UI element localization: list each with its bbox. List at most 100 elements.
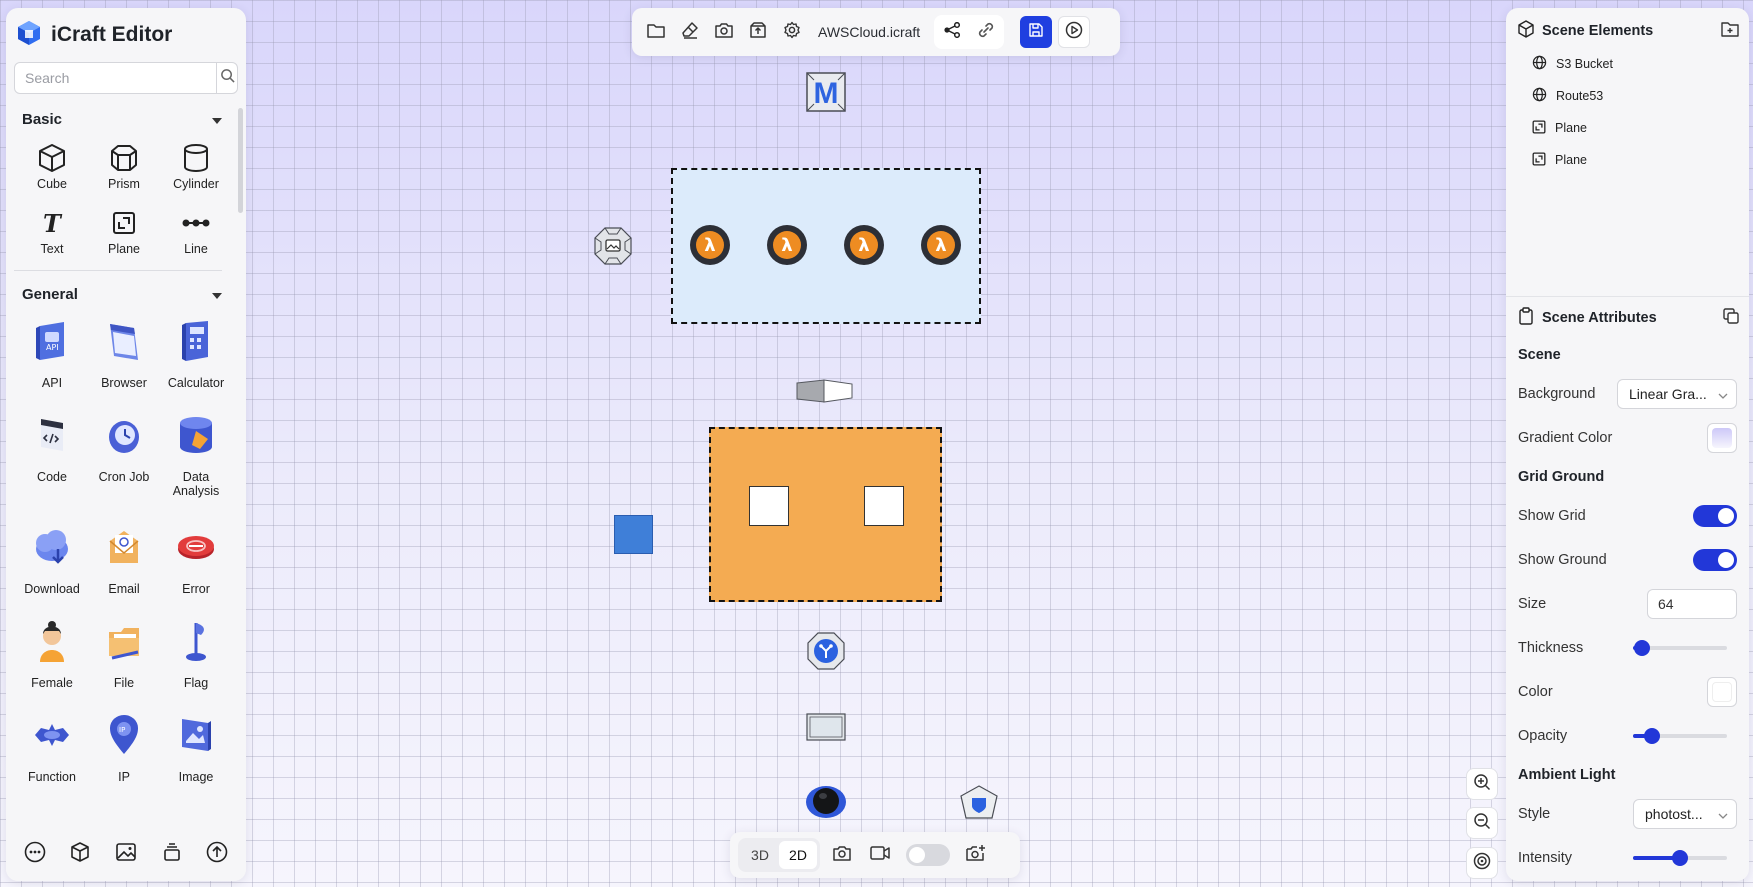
clear-button[interactable] <box>674 16 706 48</box>
category-general-header[interactable]: General <box>6 279 236 309</box>
white-box-node[interactable] <box>749 486 789 526</box>
component-library-panel: iCraft Editor Basic Cube Prism Cyli <box>6 8 246 881</box>
email-icon <box>107 521 141 573</box>
export-button[interactable] <box>742 16 774 48</box>
record-button[interactable] <box>864 839 896 871</box>
style-select[interactable]: photost... <box>1633 799 1737 829</box>
scene-element-item[interactable]: Plane <box>1506 144 1749 176</box>
save-button[interactable] <box>1020 16 1053 48</box>
item-label: Image <box>178 770 214 784</box>
preview-button[interactable] <box>1058 16 1091 48</box>
canvas-connector-node[interactable] <box>796 378 856 404</box>
canvas-router-node[interactable] <box>806 631 846 671</box>
layers-button[interactable] <box>158 840 186 868</box>
images-button[interactable] <box>112 840 140 868</box>
gradient-color-swatch[interactable] <box>1707 423 1737 453</box>
recenter-button[interactable] <box>1466 847 1498 879</box>
mode-2d-button[interactable]: 2D <box>779 841 817 869</box>
screenshot-button[interactable] <box>708 16 740 48</box>
link-button[interactable] <box>971 18 1001 46</box>
scene-element-item[interactable]: Plane <box>1506 112 1749 144</box>
slider-knob[interactable] <box>1643 728 1660 744</box>
canvas-sphere-node[interactable] <box>805 782 847 820</box>
gradient-color-row: Gradient Color <box>1506 416 1749 460</box>
search-input[interactable] <box>15 63 216 93</box>
grid-color-swatch[interactable] <box>1707 677 1737 707</box>
library-item-plane[interactable]: Plane <box>88 199 160 264</box>
text-icon: T <box>40 207 64 239</box>
library-item-image[interactable]: Image <box>160 703 232 797</box>
lambda-icon: λ <box>696 231 724 259</box>
divider <box>14 270 222 271</box>
scene-element-item[interactable]: Route53 <box>1506 80 1749 112</box>
orange-group-plane[interactable] <box>709 427 942 602</box>
library-item-female[interactable]: Female <box>16 609 88 703</box>
svg-text:API: API <box>46 343 59 352</box>
zoom-out-button[interactable] <box>1466 807 1498 839</box>
library-item-line[interactable]: Line <box>160 199 232 264</box>
canvas-gateway-node[interactable] <box>593 226 633 266</box>
search-button[interactable] <box>216 63 237 93</box>
library-item-error[interactable]: Error <box>160 515 232 609</box>
white-box-node[interactable] <box>864 486 904 526</box>
settings-button[interactable] <box>776 16 808 48</box>
slider-knob[interactable] <box>1634 640 1651 656</box>
category-basic-header[interactable]: Basic <box>6 104 236 134</box>
library-item-data-analysis[interactable]: Data Analysis <box>160 403 232 515</box>
thickness-slider[interactable] <box>1633 640 1727 656</box>
auto-rotate-toggle[interactable] <box>906 844 950 866</box>
library-item-code[interactable]: Code <box>16 403 88 497</box>
snapshot-button[interactable] <box>826 839 858 871</box>
library-item-cylinder[interactable]: Cylinder <box>160 134 232 199</box>
library-item-ip[interactable]: IP IP <box>88 703 160 797</box>
blue-box-node[interactable] <box>614 515 653 554</box>
background-select[interactable]: Linear Gra... <box>1617 379 1737 409</box>
canvas-panel-node[interactable] <box>806 713 846 741</box>
library-item-api[interactable]: API API <box>16 309 88 403</box>
ip-icon: IP <box>108 709 140 761</box>
lambda-node[interactable]: λ <box>690 225 730 265</box>
show-ground-toggle[interactable] <box>1693 549 1737 571</box>
more-button[interactable] <box>21 840 49 868</box>
folder-plus-icon[interactable] <box>1721 21 1739 41</box>
item-label: API <box>41 376 63 390</box>
show-grid-toggle[interactable] <box>1693 505 1737 527</box>
item-label: Text <box>40 242 64 256</box>
upload-button[interactable] <box>203 840 231 868</box>
library-scroll[interactable]: Basic Cube Prism Cylinder T Text Plane L… <box>6 104 236 825</box>
library-item-calculator[interactable]: Calculator <box>160 309 232 403</box>
models-button[interactable] <box>66 840 94 868</box>
library-item-function[interactable]: Function <box>16 703 88 797</box>
zoom-in-button[interactable] <box>1466 768 1498 800</box>
library-item-cube[interactable]: Cube <box>16 134 88 199</box>
library-item-cron-job[interactable]: Cron Job <box>88 403 160 497</box>
library-scrollbar[interactable] <box>238 108 243 213</box>
library-item-prism[interactable]: Prism <box>88 134 160 199</box>
opacity-label: Opacity <box>1518 728 1568 744</box>
library-item-file[interactable]: File <box>88 609 160 703</box>
canvas-shield-node[interactable] <box>958 784 1000 820</box>
lambda-node[interactable]: λ <box>921 225 961 265</box>
library-item-flag[interactable]: Flag <box>160 609 232 703</box>
camera-icon <box>715 22 733 43</box>
diagram-view-button[interactable] <box>937 18 967 46</box>
library-item-email[interactable]: Email <box>88 515 160 609</box>
scene-element-item[interactable]: S3 Bucket <box>1506 48 1749 80</box>
library-item-browser[interactable]: Browser <box>88 309 160 403</box>
camera-add-button[interactable] <box>960 839 992 871</box>
size-input[interactable]: 64 <box>1647 589 1737 619</box>
slider-knob[interactable] <box>1672 850 1688 866</box>
mode-3d-button[interactable]: 3D <box>741 841 779 869</box>
canvas-m-node[interactable]: M <box>806 72 846 112</box>
opacity-slider[interactable] <box>1633 728 1727 744</box>
copy-icon[interactable] <box>1723 307 1739 328</box>
thickness-label: Thickness <box>1518 640 1584 656</box>
search-box <box>14 62 238 94</box>
library-item-text[interactable]: T Text <box>16 199 88 264</box>
lambda-node[interactable]: λ <box>844 225 884 265</box>
intensity-slider[interactable] <box>1633 850 1727 866</box>
library-item-download[interactable]: Download <box>16 515 88 609</box>
style-label: Style <box>1518 806 1551 822</box>
open-file-button[interactable] <box>640 16 672 48</box>
lambda-node[interactable]: λ <box>767 225 807 265</box>
